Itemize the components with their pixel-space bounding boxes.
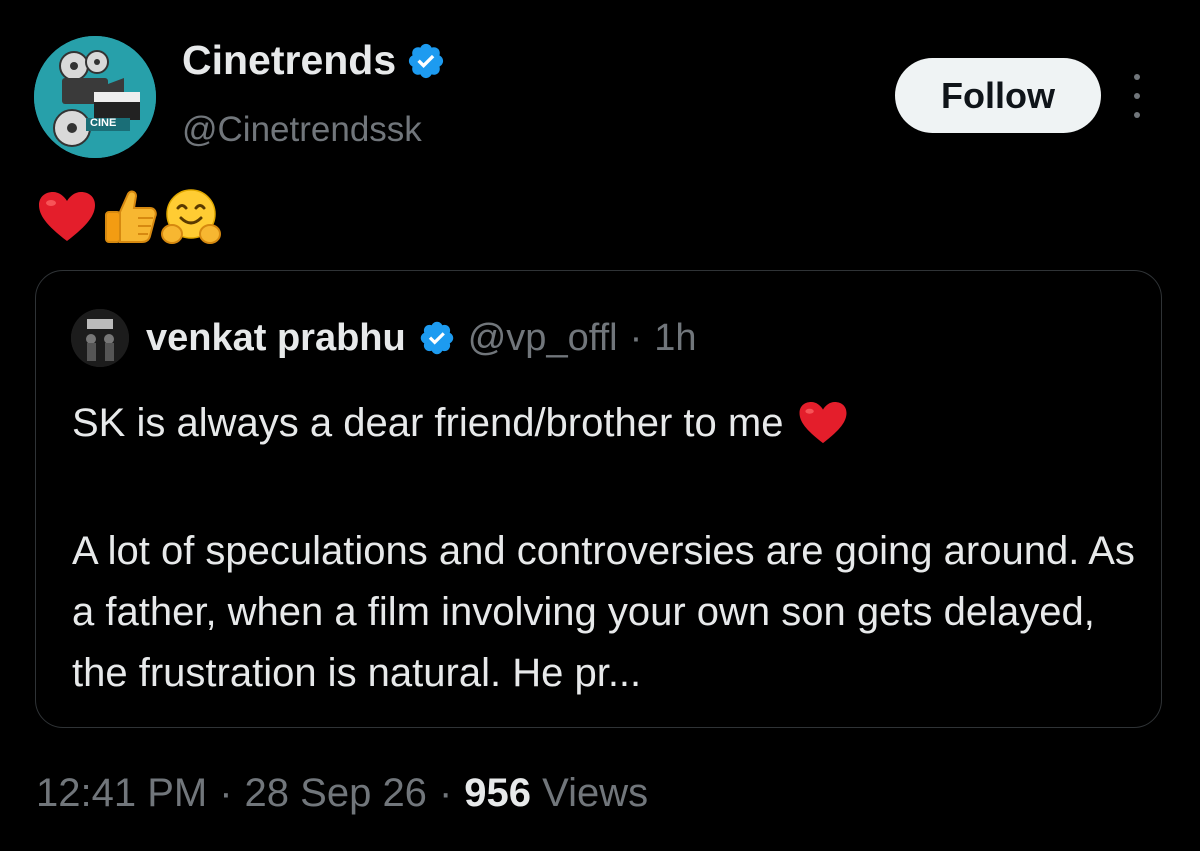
quoted-author-handle[interactable]: @vp_offl [468,319,618,357]
quoted-tweet-time[interactable]: 1h [654,319,696,357]
film-camera-logo-icon [34,36,156,158]
quoted-author-avatar[interactable] [71,309,129,367]
quoted-tweet-text-line1: SK is always a dear friend/brother to me [72,401,784,445]
hugging-face-emoji [161,189,221,244]
profile-photo-icon [71,309,129,367]
views-label: Views [542,771,649,815]
red-heart-emoji [799,402,847,444]
separator-dot: · [629,317,643,359]
quoted-tweet-line1: SK is always a dear friend/brother to me [72,399,849,447]
verified-badge-icon [420,321,453,355]
tweet-time[interactable]: 12:41 PM [36,773,207,813]
follow-button[interactable]: Follow [895,58,1101,133]
more-vertical-icon[interactable] [1123,74,1151,118]
tweet-meta: 12:41 PM · 28 Sep 26 · 956 Views [36,773,648,813]
avatar-logo-text: CINE [90,117,117,129]
verified-badge-icon [409,43,444,78]
post-text [36,186,222,248]
tweet-date[interactable]: 28 Sep 26 [245,773,427,813]
separator-dot: · [219,771,233,815]
thumbs-up-emoji [105,190,157,243]
author-avatar[interactable]: CINE [34,36,156,158]
quoted-tweet-header: venkat prabhu @vp_offl · 1h [146,319,697,357]
views-count: 956 [464,771,532,815]
more-dot [1134,112,1140,118]
views-count-group: 956 Views [464,773,648,813]
red-heart-emoji [39,192,95,241]
quoted-tweet-paragraph: A lot of speculations and controversies … [72,529,1135,695]
quoted-tweet-card[interactable]: venkat prabhu @vp_offl · 1h SK is always… [35,270,1162,728]
quoted-author-name[interactable]: venkat prabhu [146,319,406,357]
author-name[interactable]: Cinetrends [182,40,396,81]
more-dot [1134,93,1140,99]
separator-dot: · [438,771,453,815]
more-dot [1134,74,1140,80]
author-handle[interactable]: @Cinetrendssk [182,112,422,147]
author-name-row[interactable]: Cinetrends [182,40,446,81]
